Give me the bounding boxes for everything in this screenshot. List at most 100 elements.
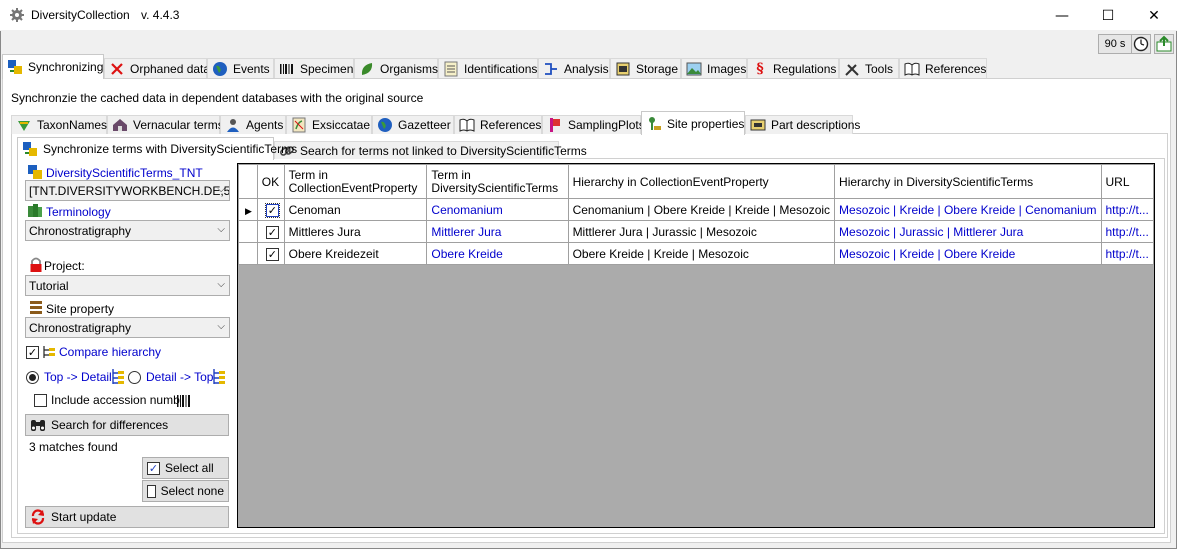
term-dst-cell[interactable]: Cenomanium <box>426 198 569 221</box>
source-database-label[interactable]: DiversityScientificTerms_TNT <box>46 166 203 180</box>
term-cep-cell[interactable]: Obere Kreidezeit <box>283 242 428 265</box>
hierarchy-cep-cell[interactable]: Mittlerer Jura | Jurassic | Mesozoic <box>567 220 836 243</box>
tab-references[interactable]: References <box>899 58 987 78</box>
button-label: Select all <box>165 461 214 475</box>
ok-cell[interactable]: ✓ <box>256 198 285 221</box>
differences-grid[interactable]: OK Term in CollectionEventProperty Term i… <box>237 163 1155 528</box>
tab-search-unlinked-terms[interactable]: Search for terms not linked to Diversity… <box>274 141 587 159</box>
samplingplot-icon <box>550 118 560 132</box>
tab-synchronize-terms[interactable]: Synchronize terms with DiversityScientif… <box>17 137 297 160</box>
tab-regulations[interactable]: § Regulations <box>747 58 839 78</box>
list-icon <box>444 61 458 76</box>
hierarchy-cep-cell[interactable]: Cenomanium | Obere Kreide | Kreide | Mes… <box>567 198 836 221</box>
tab-analysis[interactable]: Analysis <box>538 58 610 78</box>
combo-value: Chronostratigraphy <box>29 223 132 238</box>
close-button[interactable]: ✕ <box>1131 0 1177 31</box>
term-dst-cell[interactable]: Obere Kreide <box>426 242 569 265</box>
site-property-icon <box>30 301 42 314</box>
search-differences-button[interactable]: Search for differences <box>25 414 229 436</box>
detail-top-label[interactable]: Detail -> Top <box>146 370 213 384</box>
tab-storage[interactable]: Storage <box>610 58 681 78</box>
term-cep-cell[interactable]: Cenoman <box>283 198 428 221</box>
column-header-term-dst[interactable]: Term in DiversityScientificTerms <box>426 164 569 199</box>
row-header[interactable] <box>238 220 258 243</box>
row-header[interactable] <box>238 242 258 265</box>
tab-specimen[interactable]: Specimen <box>274 58 354 78</box>
hierarchy-dst-cell[interactable]: Mesozoic | Jurassic | Mittlerer Jura <box>834 220 1102 243</box>
hierarchy-dst-cell[interactable]: Mesozoic | Kreide | Obere Kreide | Cenom… <box>834 198 1102 221</box>
site-property-combo[interactable]: Chronostratigraphy ⌵ <box>25 317 230 338</box>
column-header-hierarchy-cep[interactable]: Hierarchy in CollectionEventProperty <box>567 164 836 199</box>
term-cep-cell[interactable]: Mittleres Jura <box>283 220 428 243</box>
tab-vernacular-terms[interactable]: Vernacular terms <box>107 115 224 134</box>
book-icon <box>904 62 920 76</box>
timer-label: 90 s <box>1104 38 1126 50</box>
top-detail-label[interactable]: Top -> Detail <box>44 370 112 384</box>
minimize-button[interactable]: — <box>1039 0 1085 31</box>
tab-images[interactable]: Images <box>681 58 747 78</box>
tab-synchronizing[interactable]: Synchronizing <box>2 54 104 79</box>
tab-site-properties[interactable]: Site properties <box>641 111 745 135</box>
top-detail-radio[interactable] <box>26 371 39 384</box>
tab-label: Site properties <box>667 116 745 131</box>
url-cell[interactable]: http://t... <box>1100 242 1154 265</box>
include-accession-checkbox[interactable] <box>34 394 47 407</box>
column-header-url[interactable]: URL <box>1100 164 1154 199</box>
tab-exsiccatae[interactable]: Exsiccatae <box>286 115 372 134</box>
export-icon[interactable] <box>1154 34 1174 54</box>
terminology-label[interactable]: Terminology <box>46 205 111 219</box>
ok-cell[interactable]: ✓ <box>256 242 285 265</box>
start-update-button[interactable]: Start update <box>25 506 229 528</box>
select-all-button[interactable]: ✓ Select all <box>142 457 229 479</box>
tab-gazetteer[interactable]: Gazetteer <box>372 115 454 134</box>
project-combo[interactable]: Tutorial ⌵ <box>25 275 230 296</box>
header-label: Hierarchy in DiversityScientificTerms <box>839 174 1034 189</box>
part-icon <box>750 119 766 131</box>
table-row[interactable]: ✓ Mittleres Jura Mittlerer Jura Mittlere… <box>238 220 1154 243</box>
ok-cell[interactable]: ✓ <box>256 220 285 243</box>
hierarchy-icon <box>43 346 55 358</box>
image-icon <box>686 62 702 75</box>
hierarchy-up-icon <box>213 369 225 384</box>
tab-label: Tools <box>865 61 894 76</box>
ok-checkbox[interactable]: ✓ <box>265 225 279 239</box>
current-row-icon: ▶ <box>245 206 252 217</box>
clock-icon[interactable] <box>1131 34 1151 54</box>
tab-identifications[interactable]: Identifications <box>438 58 538 78</box>
url-cell[interactable]: http://t... <box>1100 220 1154 243</box>
tab-events[interactable]: Events <box>207 58 274 78</box>
tab-orphaned-data[interactable]: Orphaned data <box>104 58 210 78</box>
tab-part-descriptions[interactable]: Part descriptions <box>745 115 860 134</box>
tab-sub-references[interactable]: References <box>454 115 542 134</box>
tab-samplingplots[interactable]: SamplingPlots <box>542 115 645 134</box>
column-header-ok[interactable]: OK <box>256 164 285 199</box>
term-dst-cell[interactable]: Mittlerer Jura <box>426 220 569 243</box>
hierarchy-dst-cell[interactable]: Mesozoic | Kreide | Obere Kreide <box>834 242 1102 265</box>
tab-taxonnames[interactable]: TaxonNames <box>11 115 107 134</box>
tab-organisms[interactable]: Organisms <box>354 58 438 78</box>
column-header-hierarchy-dst[interactable]: Hierarchy in DiversityScientificTerms <box>834 164 1102 199</box>
source-database-combo[interactable]: [TNT.DIVERSITYWORKBENCH.DE,5 ⌵ <box>25 180 230 201</box>
row-header[interactable]: ▶ <box>238 198 258 221</box>
ok-checkbox[interactable]: ✓ <box>264 202 280 218</box>
hierarchy-cep-cell[interactable]: Obere Kreide | Kreide | Mesozoic <box>567 242 836 265</box>
table-row[interactable]: ▶ ✓ Cenoman Cenomanium Cenomanium | Ober… <box>238 198 1154 221</box>
select-none-button[interactable]: Select none <box>142 480 229 502</box>
terminology-combo[interactable]: Chronostratigraphy ⌵ <box>25 220 230 241</box>
tab-label: Images <box>707 61 747 76</box>
compare-hierarchy-label[interactable]: Compare hierarchy <box>59 345 161 359</box>
maximize-button[interactable]: ☐ <box>1085 0 1131 31</box>
timer-button[interactable]: 90 s <box>1098 34 1132 54</box>
detail-top-radio[interactable] <box>128 371 141 384</box>
tab-label: Analysis <box>564 61 609 76</box>
ok-checkbox[interactable]: ✓ <box>265 247 279 261</box>
url-cell[interactable]: http://t... <box>1100 198 1154 221</box>
column-header-term-cep[interactable]: Term in CollectionEventProperty <box>283 164 428 199</box>
tab-tools[interactable]: Tools <box>839 58 899 78</box>
globe-icon <box>213 61 227 76</box>
globe-icon <box>378 118 392 132</box>
table-row[interactable]: ✓ Obere Kreidezeit Obere Kreide Obere Kr… <box>238 242 1154 265</box>
tab-agents[interactable]: Agents <box>220 115 286 134</box>
tools-icon <box>845 63 859 76</box>
compare-hierarchy-checkbox[interactable]: ✓ <box>26 346 39 359</box>
